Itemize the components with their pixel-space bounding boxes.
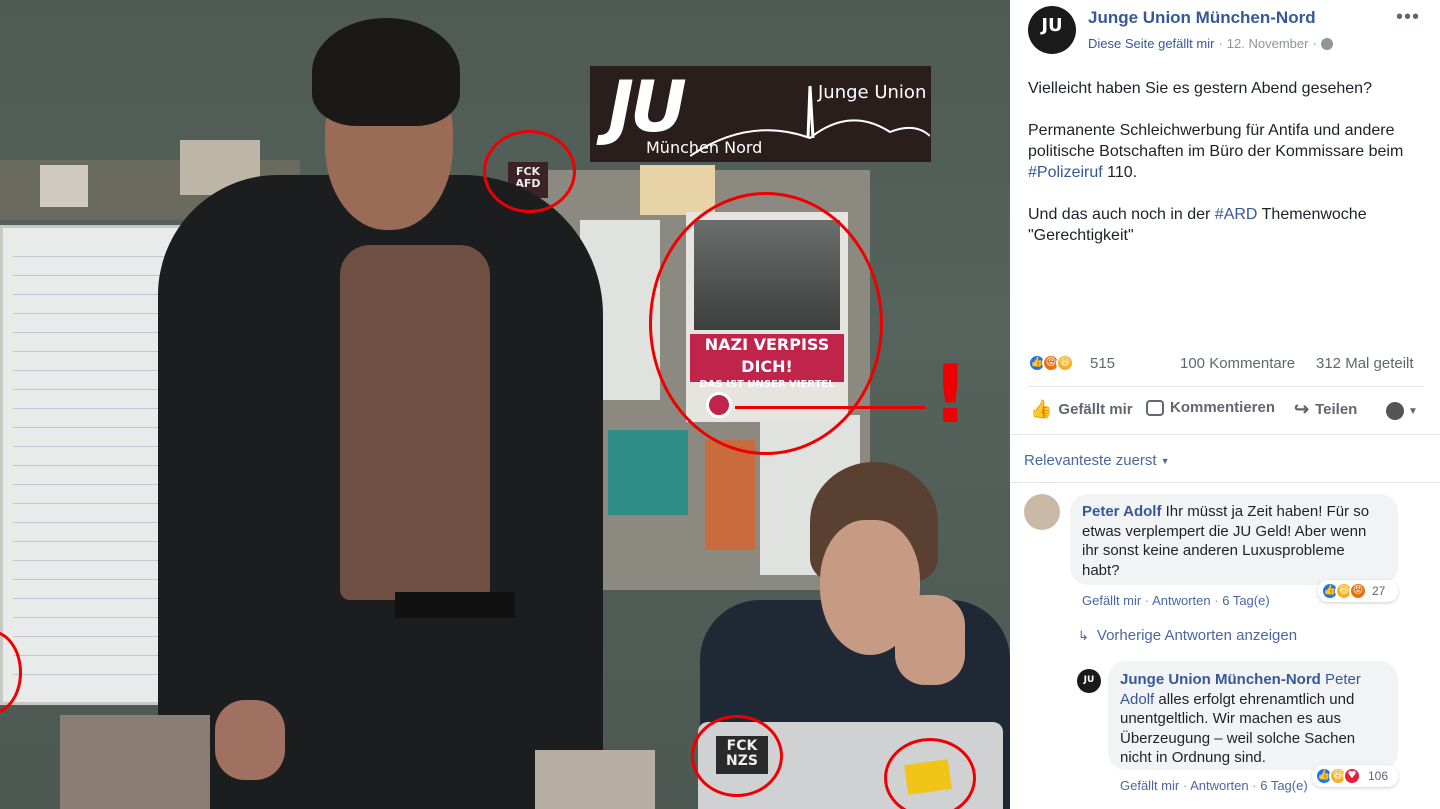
post-date[interactable]: 12. November xyxy=(1227,36,1309,51)
commenter-avatar[interactable] xyxy=(1024,494,1060,530)
reply-time[interactable]: 6 Tag(e) xyxy=(1260,778,1307,793)
reply-text: alles erfolgt ehrenamtlich und unentgelt… xyxy=(1120,690,1356,767)
hashtag-polizeiruf[interactable]: #Polizeiruf xyxy=(1028,164,1103,181)
comments-count[interactable]: 100 Kommentare xyxy=(1180,355,1295,372)
reply-reply-link[interactable]: Antworten xyxy=(1190,778,1249,793)
comment-reply-link[interactable]: Antworten xyxy=(1152,593,1211,608)
share-label: Teilen xyxy=(1315,401,1358,418)
sort-dropdown[interactable]: Relevanteste zuerst ▼ xyxy=(1024,452,1170,469)
comment-button[interactable]: Kommentieren xyxy=(1146,399,1275,416)
post-panel: JU Junge Union München-Nord Diese Seite … xyxy=(1010,0,1440,809)
reply-author[interactable]: Junge Union München-Nord xyxy=(1120,671,1321,688)
annotation-circle-poster xyxy=(649,192,883,455)
like-button[interactable]: 👍 Gefällt mir xyxy=(1030,399,1133,420)
reply-actions: Gefällt mir · Antworten · 6 Tag(e) xyxy=(1120,778,1308,793)
separator-dot: · xyxy=(1312,36,1317,51)
ju-logo: JU München Nord Junge Union xyxy=(590,66,931,162)
post-photo[interactable]: NAZI VERPISS DICH! DAS IST UNSER VIERTEL… xyxy=(0,0,1010,809)
comment-bubble: Peter Adolf Ihr müsst ja Zeit haben! Für… xyxy=(1070,494,1398,585)
post-text-segment: 110. xyxy=(1102,164,1138,181)
reactions-summary[interactable]: 👍 😡 😆 515 xyxy=(1028,354,1138,374)
divider xyxy=(1010,482,1440,483)
like-label: Gefällt mir xyxy=(1058,401,1133,418)
reactions-count: 515 xyxy=(1090,355,1116,372)
annotation-circle-yellow xyxy=(884,738,976,809)
chevron-down-icon: ▼ xyxy=(1408,405,1418,417)
hashtag-ard[interactable]: #ARD xyxy=(1215,206,1258,223)
thumbs-up-icon: 👍 xyxy=(1030,399,1053,419)
share-button[interactable]: ↪ Teilen xyxy=(1294,399,1357,420)
man-hand xyxy=(215,700,285,780)
man-belt xyxy=(395,592,515,618)
shares-count[interactable]: 312 Mal geteilt xyxy=(1316,355,1414,372)
comment-reaction-count: 27 xyxy=(1372,584,1386,598)
comment-author[interactable]: Peter Adolf xyxy=(1082,503,1161,520)
post-text-segment: Permanente Schleichwerbung für Antifa un… xyxy=(1028,122,1404,160)
chevron-down-icon: ▼ xyxy=(1160,455,1170,466)
comment-icon xyxy=(1146,399,1164,416)
pinned-paper xyxy=(705,440,755,550)
avatar-text: JU xyxy=(1083,675,1095,685)
share-arrow-icon: ↪ xyxy=(1294,399,1310,419)
paper-stack xyxy=(535,750,655,809)
divider xyxy=(1028,386,1424,387)
more-options-icon[interactable]: ••• xyxy=(1396,6,1420,29)
globe-icon xyxy=(1320,37,1333,50)
previous-replies-label: Vorherige Antworten anzeigen xyxy=(1096,627,1298,644)
paper-stack xyxy=(60,715,210,809)
avatar-text: JU xyxy=(1041,15,1063,36)
haha-reaction-icon: 😆 xyxy=(1056,354,1074,372)
reply-bubble: Junge Union München-Nord Peter Adolf all… xyxy=(1108,661,1398,770)
annotation-line xyxy=(735,406,925,409)
photo-postcard xyxy=(40,165,88,207)
post-paragraph2: Permanente Schleichwerbung für Antifa un… xyxy=(1028,120,1424,183)
user-avatar-icon xyxy=(1386,402,1404,420)
sort-label: Relevanteste zuerst xyxy=(1024,452,1157,469)
man-hair xyxy=(312,18,460,126)
separator-dot: · xyxy=(1182,778,1191,793)
annotation-circle-laptop xyxy=(691,715,783,797)
comment-time[interactable]: 6 Tag(e) xyxy=(1222,593,1269,608)
pinned-paper xyxy=(640,165,715,215)
angry-reaction-icon: 😡 xyxy=(1349,582,1367,600)
pinned-photo xyxy=(608,430,688,515)
reply-like-link[interactable]: Gefällt mir xyxy=(1120,778,1179,793)
annotation-exclamation: ! xyxy=(932,348,969,441)
reply-reactions[interactable]: 👍 😆 ♥ 106 xyxy=(1312,765,1398,787)
comment-actions: Gefällt mir · Antworten · 6 Tag(e) xyxy=(1082,593,1270,608)
comment-label: Kommentieren xyxy=(1170,399,1276,416)
page-avatar[interactable]: JU xyxy=(1028,6,1076,54)
reply-avatar[interactable]: JU xyxy=(1077,669,1101,693)
separator-dot: · xyxy=(1144,593,1153,608)
separator-dot: · xyxy=(1218,36,1223,51)
woman-hand xyxy=(895,595,965,685)
post-text: Vielleicht haben Sie es gestern Abend ge… xyxy=(1028,78,1424,246)
previous-replies-link[interactable]: ↳ Vorherige Antworten anzeigen xyxy=(1078,627,1297,644)
comment-like-link[interactable]: Gefällt mir xyxy=(1082,593,1141,608)
page-name[interactable]: Junge Union München-Nord xyxy=(1088,8,1316,28)
post-text-segment: Und das auch noch in der xyxy=(1028,206,1215,223)
post-paragraph3: Und das auch noch in der #ARD Themenwoch… xyxy=(1028,204,1424,246)
comment-reactions[interactable]: 👍 😆 😡 27 xyxy=(1318,580,1398,602)
audience-selector[interactable]: ▼ xyxy=(1386,402,1418,420)
reply-arrow-icon: ↳ xyxy=(1078,627,1089,643)
reply-reaction-count: 106 xyxy=(1368,769,1389,783)
man-chest xyxy=(340,245,490,600)
annotation-circle-top xyxy=(483,130,576,213)
post-line1: Vielleicht haben Sie es gestern Abend ge… xyxy=(1028,80,1372,97)
love-reaction-icon: ♥ xyxy=(1343,767,1361,785)
liked-page-label[interactable]: Diese Seite gefällt mir xyxy=(1088,36,1214,51)
